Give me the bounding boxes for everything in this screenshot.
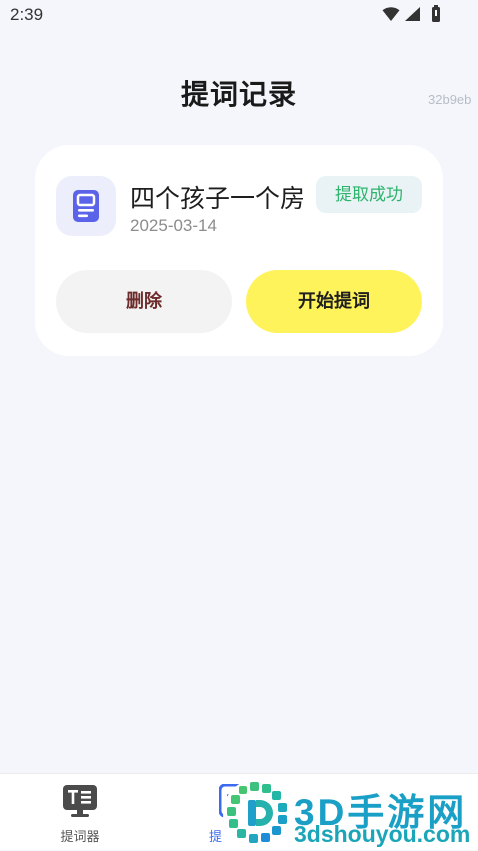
nav-item-teleprompter[interactable]: 提词器	[40, 774, 120, 851]
document-icon	[73, 190, 99, 222]
status-badge: 提取成功	[316, 176, 422, 213]
status-time: 2:39	[10, 5, 44, 24]
3dshouyou-logo-icon	[223, 779, 291, 847]
start-teleprompt-button[interactable]: 开始提词	[246, 270, 422, 333]
delete-button[interactable]: 删除	[56, 270, 232, 333]
teleprompter-monitor-icon	[63, 785, 97, 817]
battery-icon	[432, 5, 440, 22]
record-icon-box	[56, 176, 116, 236]
record-card[interactable]: 四个孩子一个房 2025-03-14 提取成功 删除 开始提词	[35, 145, 443, 356]
nav-label-records: 提	[209, 829, 223, 844]
wifi-icon	[382, 7, 400, 21]
page-title: 提词记录	[180, 79, 297, 110]
watermark-domain: 3dshouyou.com	[294, 821, 471, 847]
watermark: 3D手游网 3dshouyou.com	[222, 776, 478, 850]
record-date: 2025-03-14	[130, 216, 217, 235]
record-title: 四个孩子一个房	[130, 185, 306, 213]
nav-label-teleprompter: 提词器	[60, 829, 100, 844]
page-tag: 32b9eb	[428, 92, 472, 107]
signal-icon	[405, 7, 420, 21]
